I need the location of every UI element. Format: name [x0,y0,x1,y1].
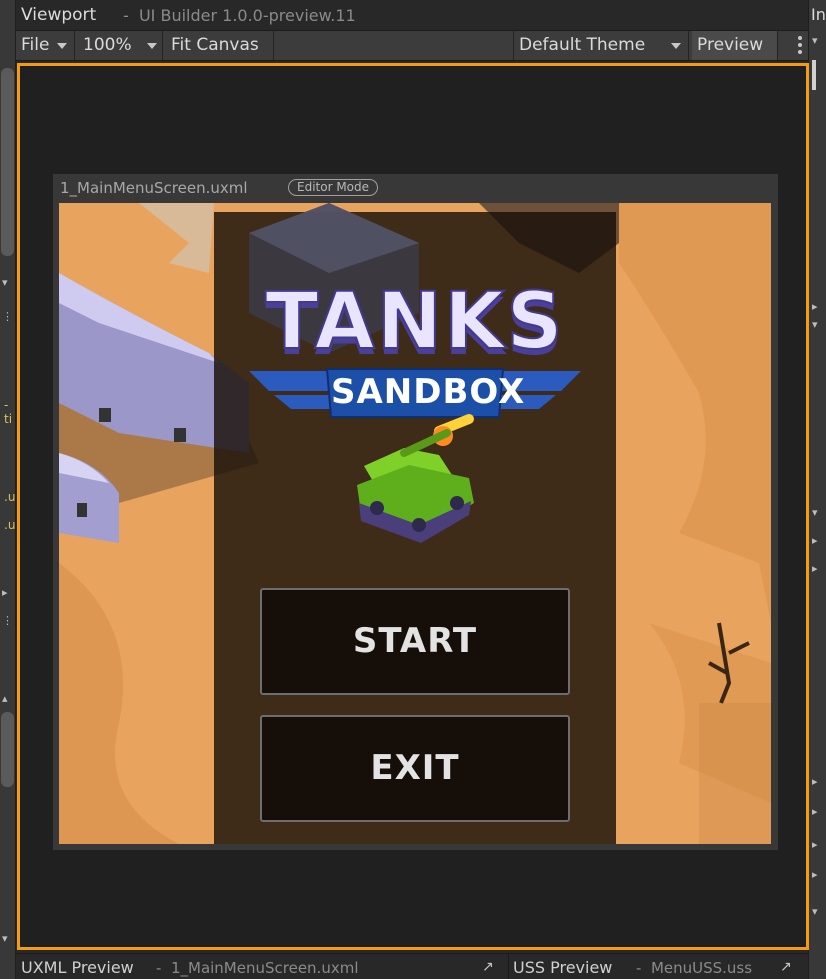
fit-canvas-button[interactable]: Fit Canvas [166,31,274,60]
panel-divider[interactable] [508,954,509,979]
collapse-arrow-icon[interactable]: ▾ [812,318,818,331]
uxml-file-name: 1_MainMenuScreen.uxml [170,959,359,977]
expand-arrow-icon[interactable]: ▸ [812,838,818,851]
hierarchy-item-fragment[interactable]: -ti [4,398,15,426]
editor-mode-badge: Editor Mode [288,179,379,196]
file-menu-label: File [21,35,50,55]
preview-label: Preview [697,35,764,55]
expand-arrow-icon[interactable]: ▸ [812,805,818,818]
uxml-preview-file: - 1_MainMenuScreen.uxml [156,959,359,977]
left-panel-edge: ▾ ⋮ -ti .u .u ▸ ⋮ ▴ ▾ [0,0,16,979]
uss-file-name: MenuUSS.uss [650,959,753,977]
hierarchy-item-fragment[interactable]: .u [4,518,15,532]
more-icon[interactable]: ⋮ [2,614,13,627]
expand-arrow-icon[interactable]: ▸ [812,868,818,881]
left-scrollbar-thumb-bottom[interactable] [1,712,14,787]
collapse-arrow-icon[interactable]: ▾ [812,905,818,918]
inspector-panel-edge: In ▾ ▸ ▾ ▾ ▸ ▸ ▸ ▸ ▸ ▸ ▾ [808,0,826,979]
file-menu-button[interactable]: File [16,31,75,60]
viewport-area[interactable]: 1_MainMenuScreen.uxml Editor Mode TANKS … [22,68,804,945]
start-button[interactable]: START [260,588,570,695]
fit-canvas-label: Fit Canvas [171,35,259,55]
chevron-down-icon [671,43,681,49]
canvas-file-name[interactable]: 1_MainMenuScreen.uxml [60,179,248,197]
collapse-arrow-icon[interactable]: ▾ [2,276,8,289]
preview-toggle-button[interactable]: Preview [692,31,778,60]
zoom-dropdown[interactable]: 100% [78,31,163,60]
inspector-scrollbar-thumb[interactable] [812,60,816,90]
expand-arrow-icon[interactable]: ▸ [812,300,818,313]
viewport-frame: 1_MainMenuScreen.uxml Editor Mode TANKS … [17,63,809,950]
inspector-title-fragment: In [811,5,826,24]
viewport-title-bar: Viewport - UI Builder 1.0.0-preview.11 [16,0,808,31]
uxml-preview-tab[interactable]: UXML Preview [21,958,134,977]
open-external-icon[interactable]: ↗ [482,959,494,975]
uxml-canvas[interactable]: 1_MainMenuScreen.uxml Editor Mode TANKS … [53,174,778,850]
chevron-down-icon [147,43,157,49]
collapse-arrow-icon[interactable]: ▴ [2,692,8,705]
preview-panels-bar: UXML Preview - 1_MainMenuScreen.uxml ↗ U… [16,953,808,979]
hierarchy-item-fragment[interactable]: .u [4,490,15,504]
expand-arrow-icon[interactable]: ▸ [812,534,818,547]
theme-dropdown[interactable]: Default Theme [513,31,689,60]
viewport-title: Viewport [21,5,97,25]
exit-button[interactable]: EXIT [260,715,570,822]
viewport-toolbar: File 100% Fit Canvas Default Theme Previ… [16,31,808,61]
builder-version: - UI Builder 1.0.0-preview.11 [123,6,356,25]
open-external-icon[interactable]: ↗ [780,959,792,975]
builder-version-text: UI Builder 1.0.0-preview.11 [138,6,356,25]
uss-preview-file: - MenuUSS.uss [636,959,753,977]
ui-builder-window: ▾ ⋮ -ti .u .u ▸ ⋮ ▴ ▾ In ▾ ▸ ▾ ▾ ▸ ▸ ▸ ▸… [0,0,826,979]
uss-preview-tab[interactable]: USS Preview [513,958,612,977]
expand-arrow-icon[interactable]: ▸ [2,586,8,599]
theme-label: Default Theme [519,35,646,55]
game-screen: TANKS SANDBOX START EXIT [59,203,771,844]
more-icon[interactable]: ⋮ [2,310,13,323]
collapse-arrow-icon[interactable]: ▾ [812,506,818,519]
zoom-label: 100% [83,35,132,55]
more-options-icon[interactable] [798,36,802,57]
left-scrollbar-thumb-top[interactable] [1,68,14,256]
expand-arrow-icon[interactable]: ▸ [812,562,818,575]
expand-arrow-icon[interactable]: ▸ [812,775,818,788]
collapse-arrow-icon[interactable]: ▾ [812,34,818,47]
collapse-arrow-icon[interactable]: ▾ [2,932,8,945]
chevron-down-icon [57,43,67,49]
